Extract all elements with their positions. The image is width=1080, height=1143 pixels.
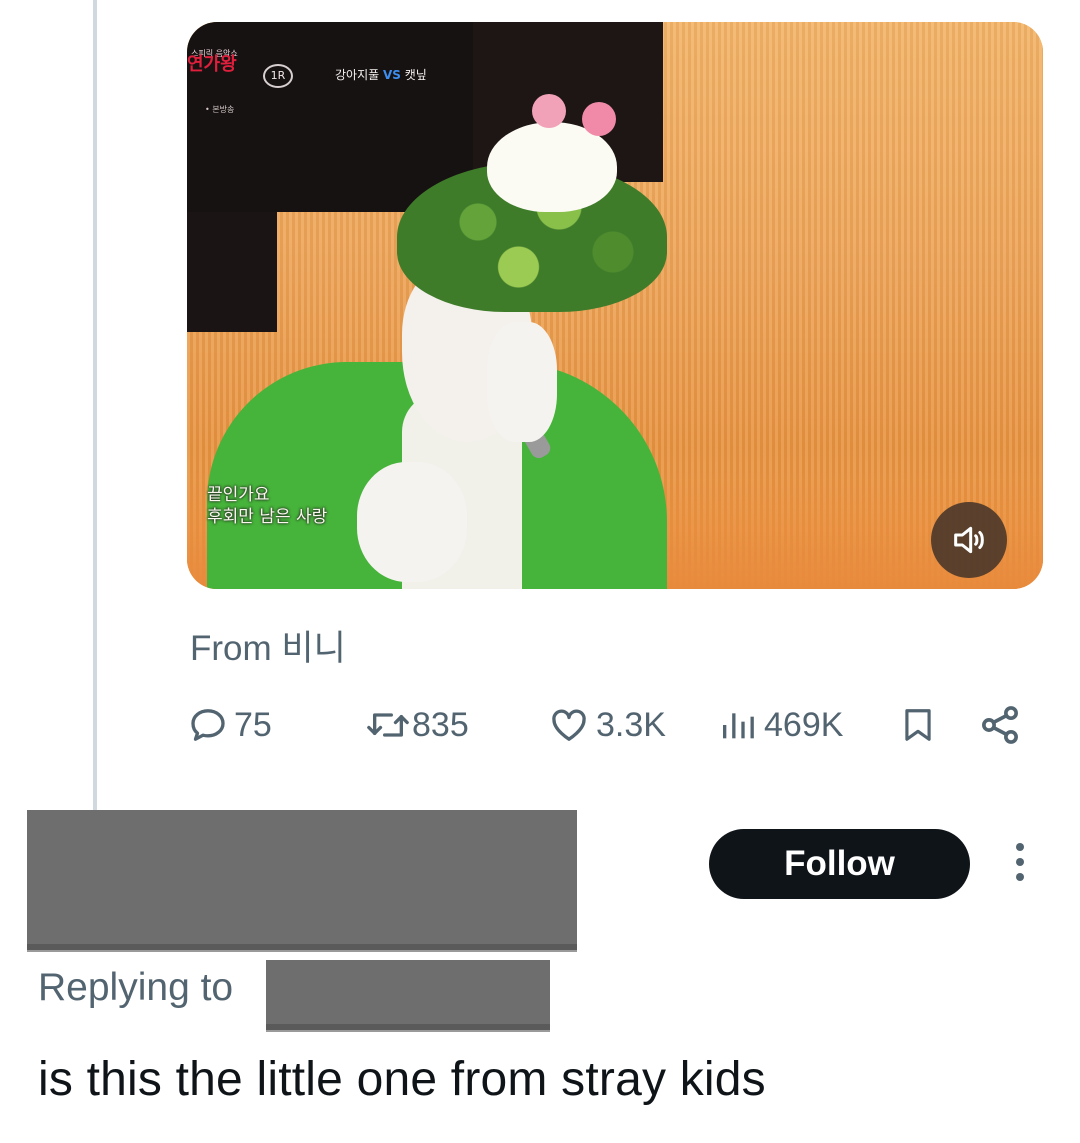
repost-icon bbox=[367, 713, 409, 737]
subtitle-line: 후회만 남은 사랑 bbox=[207, 507, 328, 527]
stage-dark-panel bbox=[187, 212, 277, 332]
views-button[interactable]: 469K bbox=[718, 700, 843, 750]
reply-count: 75 bbox=[234, 705, 272, 744]
versus-label: VS bbox=[383, 68, 401, 82]
views-icon bbox=[723, 713, 754, 739]
repost-count: 835 bbox=[412, 705, 469, 744]
redacted-handle bbox=[266, 960, 550, 1030]
reply-text: is this the little one from stray kids bbox=[38, 1053, 766, 1106]
replying-to-label: Replying to bbox=[38, 966, 234, 1009]
bookmark-icon bbox=[905, 709, 931, 741]
white-glove bbox=[357, 462, 467, 582]
views-count: 469K bbox=[764, 705, 844, 744]
reply-button[interactable]: 75 bbox=[188, 700, 272, 750]
bookmark-button[interactable] bbox=[899, 700, 937, 750]
video-attribution[interactable]: From 비니 bbox=[190, 620, 346, 671]
round-badge: 1R bbox=[263, 64, 293, 88]
like-button[interactable]: 3.3K bbox=[548, 700, 666, 750]
video-subtitle: 끝인가요 후회만 남은 사랑 bbox=[207, 484, 327, 528]
broadcast-logo: 연가왕 bbox=[187, 54, 237, 75]
repost-button[interactable]: 835 bbox=[364, 700, 469, 750]
thread-connector-line bbox=[93, 0, 97, 812]
more-options-icon[interactable] bbox=[1010, 843, 1030, 887]
follow-button[interactable]: Follow bbox=[709, 829, 970, 899]
contestant-a: 강아지풀 bbox=[335, 68, 380, 82]
white-glove bbox=[487, 322, 557, 442]
heart-decoration bbox=[532, 94, 566, 128]
matchup-caption: 강아지풀 VS 캣닢 bbox=[335, 66, 427, 83]
redacted-author-info bbox=[27, 810, 577, 950]
video-player[interactable]: 스피릭 음악쇼 연가왕 • 본방송 1R 강아지풀 VS 캣닢 끝인가요 후회만… bbox=[187, 22, 1043, 589]
heart-decoration bbox=[582, 102, 616, 136]
contestant-b: 캣닢 bbox=[404, 68, 427, 82]
on-air-tag: • 본방송 bbox=[205, 105, 235, 114]
share-button[interactable] bbox=[978, 700, 1022, 750]
reply-icon bbox=[191, 709, 225, 741]
speaker-volume-icon bbox=[954, 526, 984, 554]
subtitle-line: 끝인가요 bbox=[207, 485, 270, 505]
like-count: 3.3K bbox=[596, 705, 666, 744]
like-icon bbox=[552, 709, 586, 741]
share-icon bbox=[982, 706, 1018, 744]
mute-button[interactable] bbox=[931, 502, 1007, 578]
